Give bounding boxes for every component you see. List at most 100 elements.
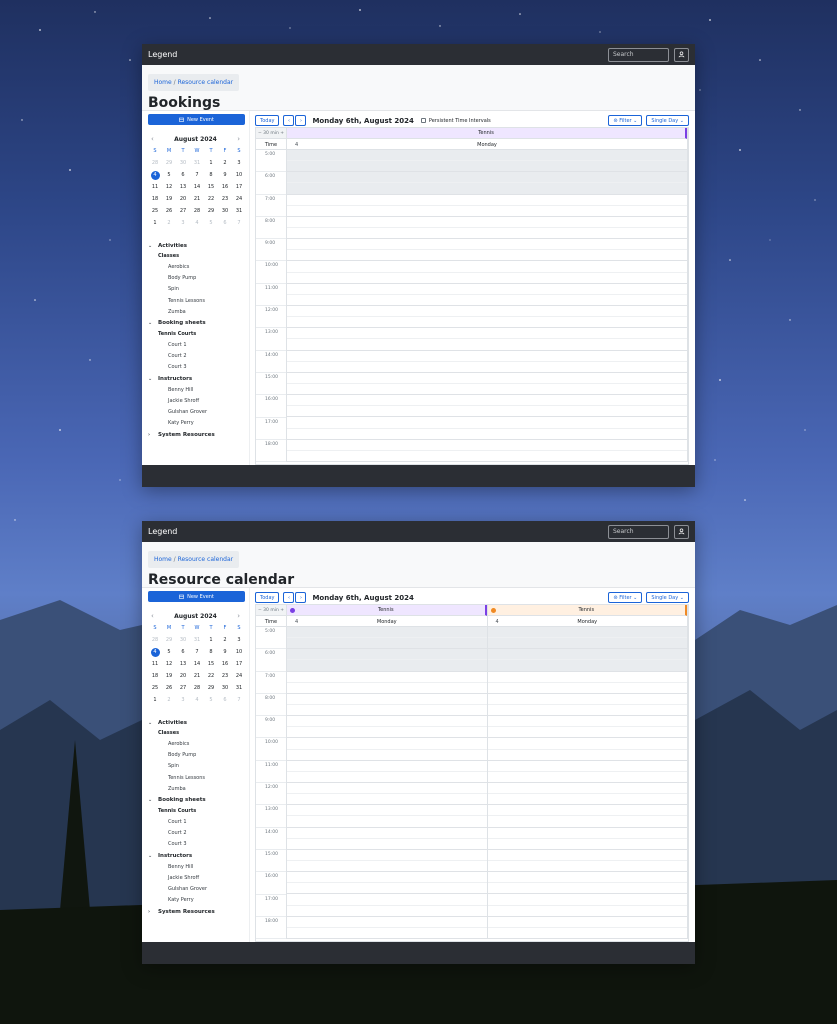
persistent-intervals-checkbox[interactable]: Persistent Time Intervals	[420, 118, 491, 124]
tree-item[interactable]: Katy Perry	[148, 895, 243, 906]
time-slot[interactable]	[287, 395, 687, 407]
tree-item[interactable]: Katy Perry	[148, 418, 243, 429]
unavailable-time-slot[interactable]	[487, 638, 687, 650]
tree-item[interactable]: Jackie Shroff	[148, 396, 243, 407]
new-event-button[interactable]: New Event	[148, 114, 245, 125]
resource-column-header[interactable]: Tennis 4 Monday	[287, 605, 488, 626]
calendar-day[interactable]: 31	[190, 636, 204, 645]
calendar-day[interactable]: 6	[218, 219, 232, 228]
time-slot[interactable]	[287, 828, 487, 839]
time-slot[interactable]	[487, 917, 687, 928]
calendar-day[interactable]: 20	[176, 195, 190, 204]
next-day-button[interactable]: ›	[295, 115, 307, 126]
calendar-day[interactable]: 31	[190, 159, 204, 168]
calendar-day[interactable]: 14	[190, 183, 204, 192]
time-slot[interactable]	[487, 727, 687, 739]
next-month-chevron-icon[interactable]: ›	[237, 135, 240, 143]
calendar-day[interactable]: 7	[232, 696, 246, 705]
calendar-day-selected[interactable]: 4	[150, 171, 160, 180]
interval-select[interactable]: − 30 min +	[256, 128, 286, 139]
time-slot[interactable]	[287, 727, 487, 739]
calendar-day[interactable]: 5	[162, 648, 176, 657]
time-slot[interactable]	[487, 705, 687, 717]
tree-subgroup-tennis-courts[interactable]: Tennis Courts	[148, 329, 243, 340]
time-slot[interactable]	[287, 883, 487, 895]
calendar-day[interactable]: 3	[232, 159, 246, 168]
breadcrumb-home[interactable]: Home	[154, 556, 172, 563]
calendar-day[interactable]: 1	[148, 696, 162, 705]
time-slot[interactable]	[287, 373, 687, 384]
calendar-day[interactable]: 18	[148, 195, 162, 204]
tree-item[interactable]: Court 3	[148, 362, 243, 373]
calendar-day[interactable]: 29	[204, 207, 218, 216]
tree-item[interactable]: Gulshan Grover	[148, 407, 243, 418]
breadcrumb-current[interactable]: Resource calendar	[178, 79, 234, 86]
unavailable-time-slot[interactable]	[487, 627, 687, 639]
time-slot[interactable]	[287, 429, 687, 440]
time-slot[interactable]	[287, 683, 487, 694]
search-input[interactable]: Search	[608, 47, 669, 62]
calendar-day[interactable]: 10	[232, 171, 246, 180]
time-slot[interactable]	[287, 805, 487, 817]
calendar-day[interactable]: 21	[190, 195, 204, 204]
calendar-day[interactable]: 29	[162, 636, 176, 645]
calendar-day[interactable]: 19	[162, 672, 176, 681]
tree-item[interactable]: Aerobics	[148, 262, 243, 273]
time-slot[interactable]	[487, 738, 687, 750]
tree-group-activities[interactable]: ⌄ Activities	[148, 240, 243, 251]
time-slot[interactable]	[487, 894, 687, 906]
time-slot[interactable]	[287, 894, 487, 906]
calendar-day[interactable]: 17	[232, 183, 246, 192]
unavailable-time-slot[interactable]	[287, 161, 687, 173]
time-slot[interactable]	[287, 872, 487, 884]
unavailable-time-slot[interactable]	[487, 660, 687, 672]
calendar-day[interactable]: 17	[232, 660, 246, 669]
unavailable-time-slot[interactable]	[287, 183, 687, 195]
calendar-day[interactable]: 6	[176, 171, 190, 180]
tree-item[interactable]: Court 1	[148, 340, 243, 351]
calendar-day[interactable]: 16	[218, 660, 232, 669]
calendar-day[interactable]: 22	[204, 672, 218, 681]
calendar-day[interactable]: 12	[162, 183, 176, 192]
calendar-day[interactable]: 6	[218, 696, 232, 705]
brand-logo[interactable]: Legend	[148, 50, 608, 59]
calendar-day[interactable]: 24	[232, 672, 246, 681]
time-slot[interactable]	[287, 750, 487, 761]
calendar-day[interactable]: 30	[218, 684, 232, 693]
time-slot[interactable]	[287, 816, 487, 828]
time-slot[interactable]	[487, 683, 687, 694]
prev-month-chevron-icon[interactable]: ‹	[151, 612, 154, 620]
tree-item[interactable]: Body Pump	[148, 750, 243, 761]
tree-item[interactable]: Court 1	[148, 817, 243, 828]
tree-item[interactable]: Tennis Lessons	[148, 773, 243, 784]
calendar-day[interactable]: 25	[148, 684, 162, 693]
time-slot[interactable]	[287, 716, 487, 728]
tree-item[interactable]: Benny Hill	[148, 862, 243, 873]
time-slot[interactable]	[287, 440, 687, 451]
time-slot[interactable]	[487, 750, 687, 761]
calendar-day[interactable]: 2	[218, 636, 232, 645]
time-slot[interactable]	[487, 861, 687, 873]
calendar-day[interactable]: 25	[148, 207, 162, 216]
calendar-day[interactable]: 31	[232, 207, 246, 216]
calendar-day[interactable]: 13	[176, 183, 190, 192]
time-slot[interactable]	[287, 295, 687, 306]
calendar-day[interactable]: 19	[162, 195, 176, 204]
calendar-day[interactable]: 27	[176, 684, 190, 693]
calendar-day[interactable]: 28	[148, 636, 162, 645]
prev-day-button[interactable]: ‹	[283, 592, 295, 603]
time-slot[interactable]	[287, 772, 487, 783]
time-slot[interactable]	[287, 217, 687, 228]
time-slot[interactable]	[287, 850, 487, 861]
tree-item[interactable]: Tennis Lessons	[148, 296, 243, 307]
time-slot[interactable]	[287, 761, 487, 772]
calendar-day[interactable]: 11	[148, 660, 162, 669]
calendar-day[interactable]: 2	[162, 696, 176, 705]
time-slot[interactable]	[487, 694, 687, 705]
calendar-day[interactable]: 1	[204, 636, 218, 645]
unavailable-time-slot[interactable]	[287, 638, 487, 650]
time-slot[interactable]	[287, 261, 687, 273]
time-slot[interactable]	[487, 794, 687, 806]
calendar-day[interactable]: 31	[232, 684, 246, 693]
calendar-day[interactable]: 23	[218, 672, 232, 681]
